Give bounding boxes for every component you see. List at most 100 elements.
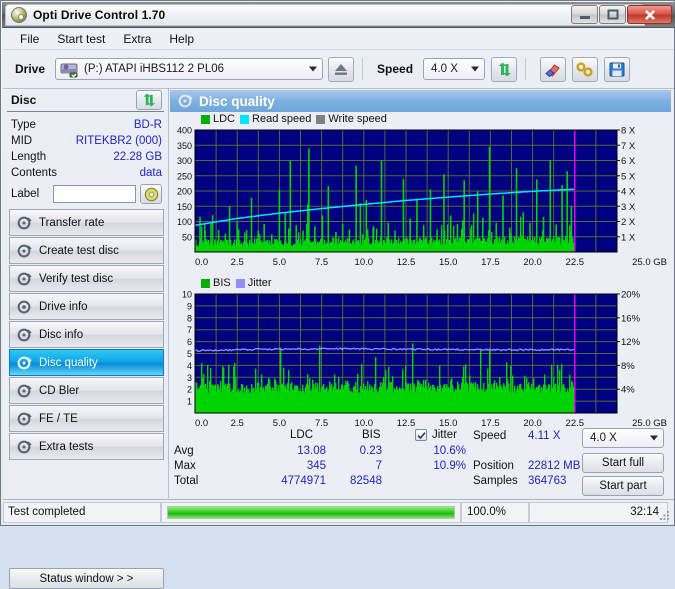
legend-top: LDC Read speed Write speed	[169, 112, 674, 126]
svg-text:6 X: 6 X	[621, 156, 636, 167]
stats-header-bis: BIS	[362, 429, 381, 441]
speed-label: Speed	[377, 62, 414, 76]
legend-swatch-write-speed	[316, 114, 326, 124]
stats-panel: LDC BIS Jitter Avg 13.08 0.23 10.6% Max …	[170, 427, 674, 496]
svg-text:200: 200	[177, 187, 192, 197]
menu-item-file[interactable]: File	[11, 30, 48, 48]
drive-icon	[60, 63, 78, 78]
minimize-button[interactable]	[571, 5, 598, 24]
disc-label-button[interactable]	[140, 184, 162, 204]
sidebar-item-verify-test-disc[interactable]: Verify test disc	[9, 265, 164, 292]
refresh-speed-button[interactable]	[491, 56, 518, 82]
close-button[interactable]	[627, 5, 672, 24]
disc-refresh-button[interactable]	[136, 90, 162, 110]
floppy-save-icon	[609, 62, 625, 76]
menu-item-help[interactable]: Help	[160, 30, 203, 48]
samples-stat-label: Samples	[473, 475, 518, 487]
disc-check-icon	[17, 272, 32, 286]
status-window-button[interactable]: Status window > >	[9, 568, 164, 589]
disc-write-icon	[17, 244, 32, 258]
menu-item-extra[interactable]: Extra	[114, 30, 160, 48]
svg-text:100: 100	[177, 217, 192, 227]
title-bar-inner: Opti Drive Control 1.70	[5, 4, 645, 26]
start-full-button[interactable]: Start full	[582, 453, 664, 473]
drive-select[interactable]: (P:) ATAPI iHBS112 2 PL06	[55, 58, 324, 80]
sidebar-item-create-test-disc[interactable]: Create test disc	[9, 237, 164, 264]
svg-text:350: 350	[177, 141, 192, 151]
sidebar-item-extra-tests[interactable]: Extra tests	[9, 433, 164, 460]
speed-select-value: 4.0 X	[431, 63, 458, 75]
svg-text:15.0: 15.0	[439, 257, 458, 268]
svg-text:5 X: 5 X	[621, 171, 636, 182]
erase-button[interactable]	[540, 56, 567, 82]
sidebar-item-transfer-rate[interactable]: Transfer rate	[9, 209, 164, 236]
sidebar-item-disc-info[interactable]: Disc info	[9, 321, 164, 348]
page-title: Disc quality	[199, 93, 275, 109]
wrench-icon	[576, 61, 593, 77]
toolbar-separator-2	[525, 58, 527, 80]
jitter-checkbox[interactable]	[415, 429, 427, 441]
start-part-button[interactable]: Start part	[582, 476, 664, 496]
progress-bar-fill	[168, 506, 454, 518]
menu-item-start-test[interactable]: Start test	[48, 30, 114, 48]
chevron-down-icon	[471, 66, 480, 72]
disc-panel-title: Disc	[11, 93, 37, 107]
svg-text:16%: 16%	[621, 313, 641, 324]
window-title: Opti Drive Control 1.70	[33, 8, 166, 22]
disc-info-row-contents: Contents data	[11, 165, 162, 181]
svg-text:2 X: 2 X	[621, 217, 636, 228]
top-chart[interactable]: 50 100 150 200 250 300 350 400 1 X 2 X 3 X 4 X 5 X 6 …	[169, 126, 674, 274]
svg-text:7.5: 7.5	[315, 257, 328, 268]
legend-swatch-read-speed	[240, 114, 250, 124]
sidebar-item-label: Drive info	[39, 300, 88, 313]
disc-info-value: 22.28 GB	[113, 151, 162, 163]
toolbar: Drive (P:) ATAPI iHBS112 2 PL06 Speed 4.…	[3, 50, 674, 89]
resize-grip-icon[interactable]	[658, 509, 670, 521]
bottom-chart[interactable]: 1 2 3 4 5 6 7 8 9 10 4% 8% 12% 16% 20% 0.0 2.5 5.0 7.5 10.0…	[169, 290, 674, 435]
disc-icon	[144, 187, 158, 201]
save-button[interactable]	[604, 56, 631, 82]
nav-list: Transfer rate Create test disc Verify te…	[9, 209, 164, 461]
eject-button[interactable]	[328, 56, 355, 82]
sidebar-item-label: CD Bler	[39, 384, 80, 397]
disc-label-row: Label	[11, 184, 162, 204]
sidebar-item-fe-te[interactable]: FE / TE	[9, 405, 164, 432]
close-icon	[644, 9, 655, 20]
legend-bottom: BIS Jitter	[169, 276, 674, 290]
svg-text:20%: 20%	[621, 290, 641, 301]
maximize-button[interactable]	[599, 5, 626, 24]
stats-row-label-total: Total	[174, 475, 199, 487]
legend-swatch-jitter	[235, 278, 245, 288]
test-speed-select[interactable]: 4.0 X	[582, 428, 664, 448]
disc-panel-header: Disc	[7, 89, 164, 112]
sidebar-item-cd-bler[interactable]: CD Bler	[9, 377, 164, 404]
disc-quality-icon	[178, 94, 193, 108]
stats-total-bis: 82548	[350, 475, 382, 487]
svg-text:6: 6	[187, 337, 192, 347]
disc-label-input[interactable]	[53, 185, 136, 203]
svg-text:2.5: 2.5	[231, 257, 244, 268]
speed-select[interactable]: 4.0 X	[423, 58, 486, 80]
progress-bar	[167, 505, 455, 519]
stats-max-bis: 7	[375, 460, 382, 472]
disc-info-key: Length	[11, 151, 47, 163]
svg-text:250: 250	[177, 171, 192, 181]
stats-avg-ldc: 13.08	[297, 445, 326, 457]
svg-text:8: 8	[187, 313, 192, 323]
position-stat-value: 22812 MB	[528, 460, 581, 472]
maximize-icon	[607, 9, 618, 20]
legend-label-write-speed: Write speed	[328, 113, 387, 125]
stats-avg-jitter: 10.6%	[433, 445, 466, 457]
test-speed-value: 4.0 X	[590, 432, 617, 444]
svg-text:5: 5	[187, 349, 192, 359]
disc-info-row-mid: MID RITEKBR2 (000)	[11, 133, 162, 149]
disc-info-list: Type BD-R MID RITEKBR2 (000) Length 22.2…	[11, 117, 162, 204]
left-panel: Disc Type BD-R MID RITEKBR2 (000) Length…	[3, 89, 168, 589]
minimize-icon	[579, 15, 590, 19]
refresh-icon	[498, 62, 511, 76]
sidebar-item-drive-info[interactable]: Drive info	[9, 293, 164, 320]
svg-text:0.0: 0.0	[195, 257, 208, 268]
sidebar-item-disc-quality[interactable]: Disc quality	[9, 349, 164, 376]
svg-text:8%: 8%	[621, 361, 635, 372]
tools-button[interactable]	[572, 56, 599, 82]
